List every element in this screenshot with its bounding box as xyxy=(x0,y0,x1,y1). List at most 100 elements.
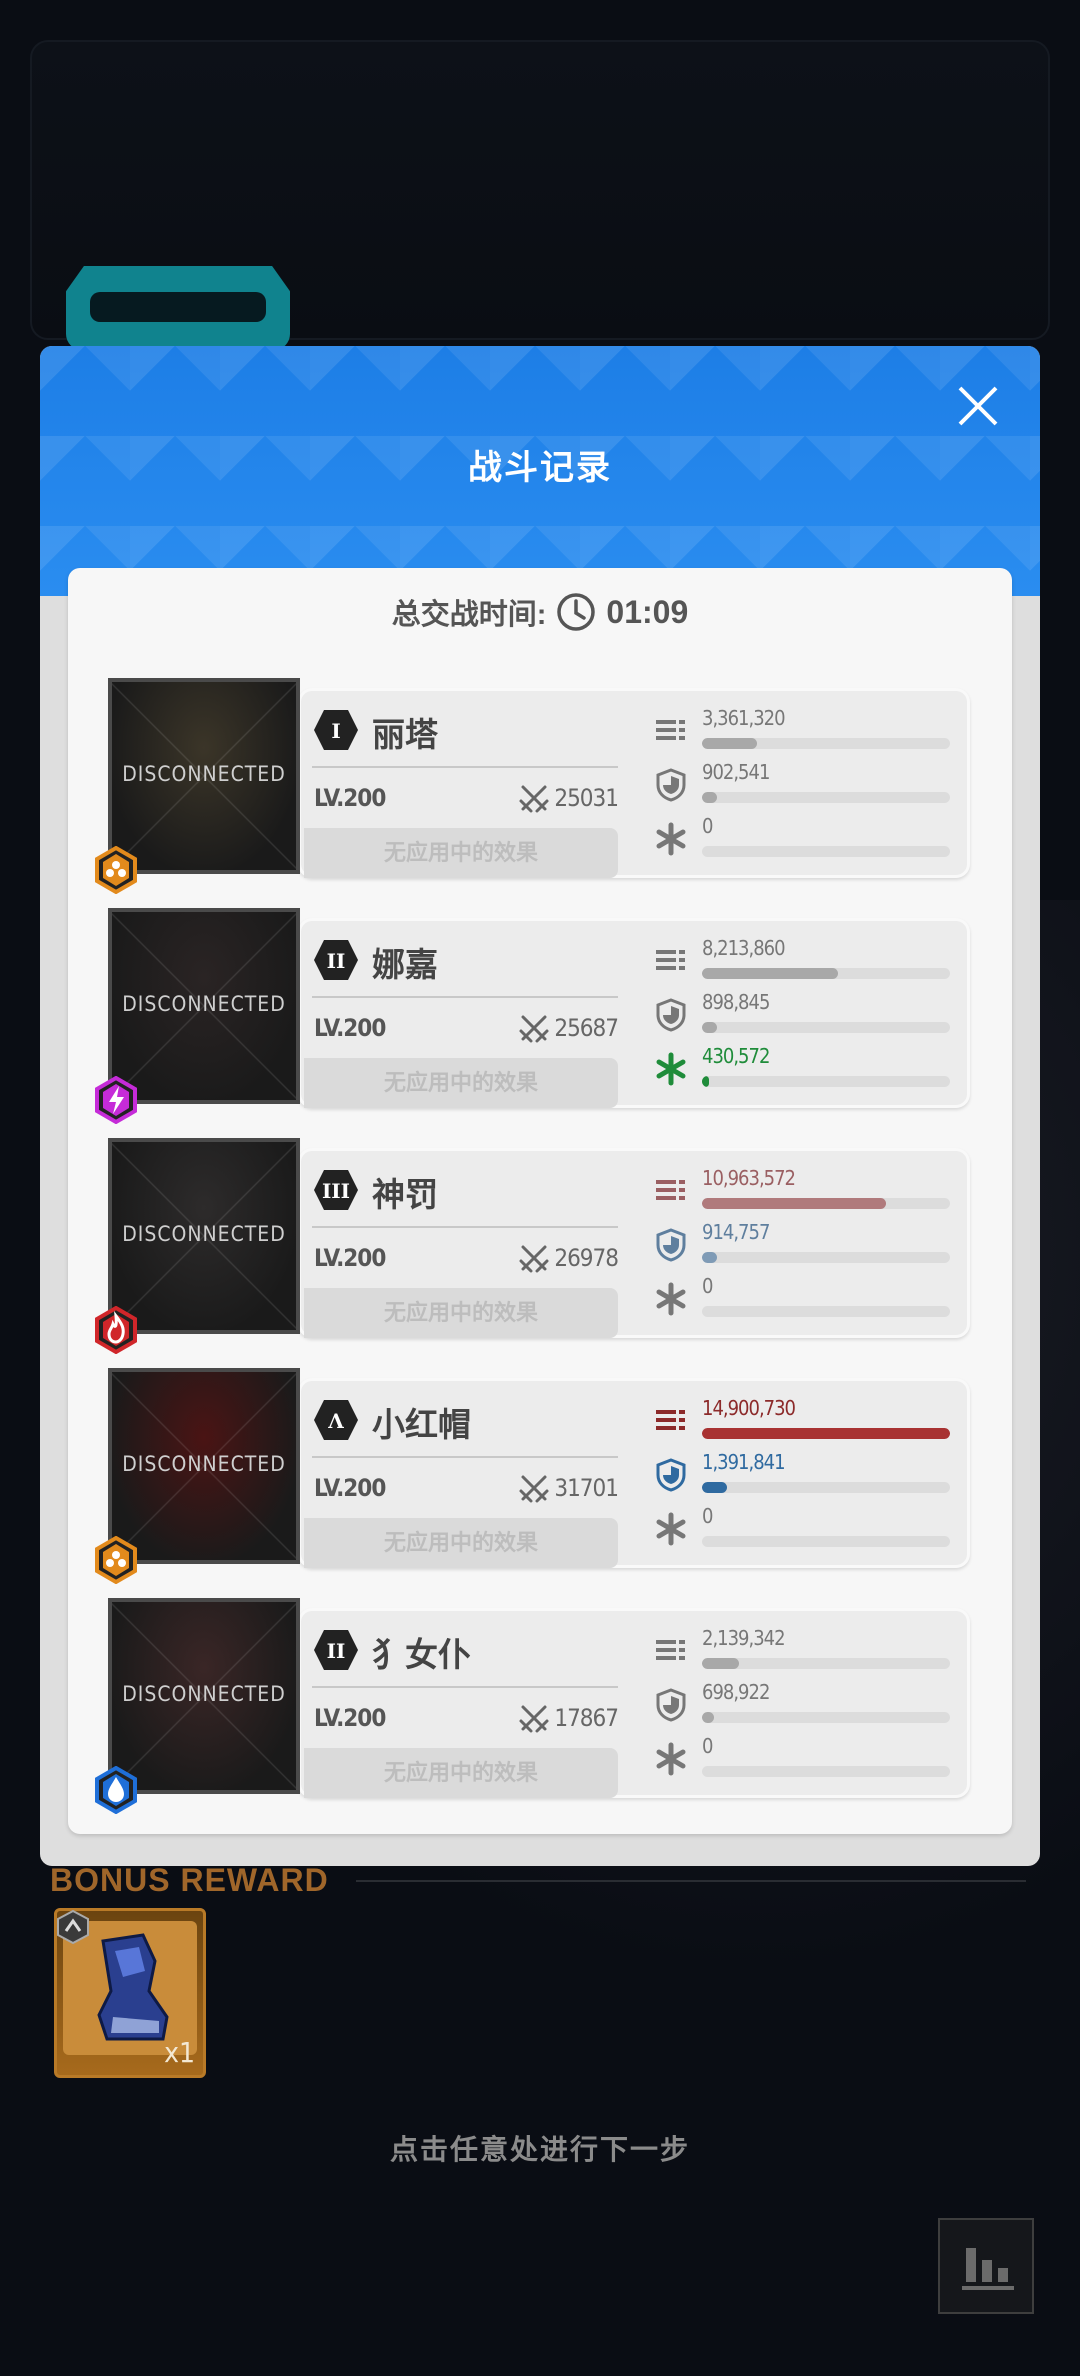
stat-heal-value: 0 xyxy=(702,814,713,838)
heal-icon xyxy=(656,1512,686,1546)
character-level: LV.200 xyxy=(314,784,386,812)
stat-damage: 10,963,572 xyxy=(654,1166,954,1216)
crossed-swords-icon xyxy=(519,785,549,813)
rank-badge: III xyxy=(312,1168,360,1212)
disconnected-label: DISCONNECTED xyxy=(122,762,286,786)
rank-badge: II xyxy=(312,938,360,982)
character-row: DISCONNECTED II 犭女仆 LV.200 17867 无应用中的效果 2,139… xyxy=(95,1598,970,1815)
stat-heal-value: 430,572 xyxy=(702,1044,770,1068)
stat-damage-bar-fill xyxy=(702,968,839,979)
character-portrait[interactable]: DISCONNECTED xyxy=(108,908,300,1104)
background-tab xyxy=(66,266,290,350)
crossed-swords-icon xyxy=(519,1475,549,1503)
character-row: DISCONNECTED Λ 小红帽 LV.200 31701 无应用中的效果 14,900… xyxy=(95,1368,970,1585)
rank-badge: II xyxy=(312,1628,360,1672)
name-divider xyxy=(312,1686,618,1688)
character-name: 娜嘉 xyxy=(372,946,438,983)
stats-button[interactable] xyxy=(938,2218,1034,2314)
stat-damage: 14,900,730 xyxy=(654,1396,954,1446)
bonus-divider xyxy=(356,1880,1026,1882)
heal-icon xyxy=(656,822,686,856)
battle-record-modal: 战斗记录 总交战时间: 01:09 DISCONNECTED I 丽塔 LV.200 2… xyxy=(40,346,1040,1866)
character-row: DISCONNECTED II 娜嘉 LV.200 25687 无应用中的效果 8,213,… xyxy=(95,908,970,1125)
stat-taken: 902,541 xyxy=(654,760,954,810)
rank-hexagon-icon: III xyxy=(314,1170,358,1210)
stat-heal-bar xyxy=(702,1076,950,1087)
stat-heal: 0 xyxy=(654,1734,954,1784)
combat-power: 25031 xyxy=(554,784,619,812)
stat-taken-bar-fill xyxy=(702,1712,715,1723)
record-panel: 总交战时间: 01:09 DISCONNECTED I 丽塔 LV.200 25031 无… xyxy=(68,568,1012,1834)
rank-hexagon-icon: II xyxy=(314,1630,358,1670)
continue-hint[interactable]: 点击任意处进行下一步 xyxy=(0,2128,1080,2168)
rank-numeral: Λ xyxy=(327,1409,344,1433)
hexagon-cells-icon xyxy=(95,845,137,895)
rank-numeral: II xyxy=(327,949,346,973)
combat-power: 17867 xyxy=(554,1704,619,1732)
name-divider xyxy=(312,766,618,768)
stat-damage-bar-fill xyxy=(702,1658,740,1669)
character-level: LV.200 xyxy=(314,1244,386,1272)
lightning-icon xyxy=(95,1075,137,1125)
stat-taken: 898,845 xyxy=(654,990,954,1040)
stat-damage-bar xyxy=(702,738,950,749)
stat-damage-bar xyxy=(702,968,950,979)
combat-power: 25687 xyxy=(554,1014,619,1042)
stat-heal-bar xyxy=(702,1536,950,1547)
clock-icon xyxy=(557,593,596,631)
rarity-icon xyxy=(57,1909,89,1945)
stat-taken-bar-fill xyxy=(702,1252,717,1263)
stat-damage-bar-fill xyxy=(702,1198,886,1209)
bar-chart-icon xyxy=(962,2248,1014,2290)
shield-icon xyxy=(656,768,686,802)
effect-status: 无应用中的效果 xyxy=(304,828,618,878)
modal-title: 战斗记录 xyxy=(468,449,612,487)
heal-icon xyxy=(656,1052,686,1086)
stat-heal-bar xyxy=(702,846,950,857)
character-portrait[interactable]: DISCONNECTED xyxy=(108,1368,300,1564)
character-portrait[interactable]: DISCONNECTED xyxy=(108,678,300,874)
character-name: 犭女仆 xyxy=(372,1636,471,1673)
disconnected-label: DISCONNECTED xyxy=(122,992,286,1016)
reward-item[interactable]: x1 xyxy=(54,1908,206,2078)
stat-heal: 0 xyxy=(654,1504,954,1554)
stat-damage-value: 3,361,320 xyxy=(702,706,786,730)
rank-numeral: II xyxy=(327,1639,346,1663)
stat-damage-value: 8,213,860 xyxy=(702,936,786,960)
stat-taken: 1,391,841 xyxy=(654,1450,954,1500)
stat-damage-value: 10,963,572 xyxy=(702,1166,796,1190)
effect-status: 无应用中的效果 xyxy=(304,1748,618,1798)
stat-heal: 0 xyxy=(654,814,954,864)
rank-numeral: III xyxy=(322,1179,350,1203)
close-icon xyxy=(958,386,998,426)
stat-damage: 8,213,860 xyxy=(654,936,954,986)
character-portrait[interactable]: DISCONNECTED xyxy=(108,1598,300,1794)
close-button[interactable] xyxy=(952,380,1004,432)
character-portrait[interactable]: DISCONNECTED xyxy=(108,1138,300,1334)
stat-taken-bar-fill xyxy=(702,1482,727,1493)
effect-status: 无应用中的效果 xyxy=(304,1058,618,1108)
stat-heal-value: 0 xyxy=(702,1504,713,1528)
stat-taken: 914,757 xyxy=(654,1220,954,1270)
total-time-value: 01:09 xyxy=(606,593,689,630)
character-name: 神罚 xyxy=(372,1176,438,1213)
bonus-reward-title: BONUS REWARD xyxy=(50,1862,329,1898)
stat-taken-bar xyxy=(702,1252,950,1263)
damage-icon xyxy=(656,1410,685,1430)
total-time-label: 总交战时间: xyxy=(391,599,547,631)
name-divider xyxy=(312,1456,618,1458)
stat-heal-bar-fill xyxy=(702,1076,710,1087)
character-level: LV.200 xyxy=(314,1704,386,1732)
stat-taken-bar xyxy=(702,1712,950,1723)
stat-taken-bar xyxy=(702,792,950,803)
name-divider xyxy=(312,1226,618,1228)
effect-status: 无应用中的效果 xyxy=(304,1288,618,1338)
stat-taken-bar-fill xyxy=(702,1022,717,1033)
rank-badge: I xyxy=(312,708,360,752)
shield-icon xyxy=(656,998,686,1032)
stat-taken-bar-fill xyxy=(702,792,717,803)
element-badge xyxy=(94,1535,138,1585)
water-drop-icon xyxy=(95,1765,137,1815)
element-badge xyxy=(94,1765,138,1815)
heal-icon xyxy=(656,1742,686,1776)
